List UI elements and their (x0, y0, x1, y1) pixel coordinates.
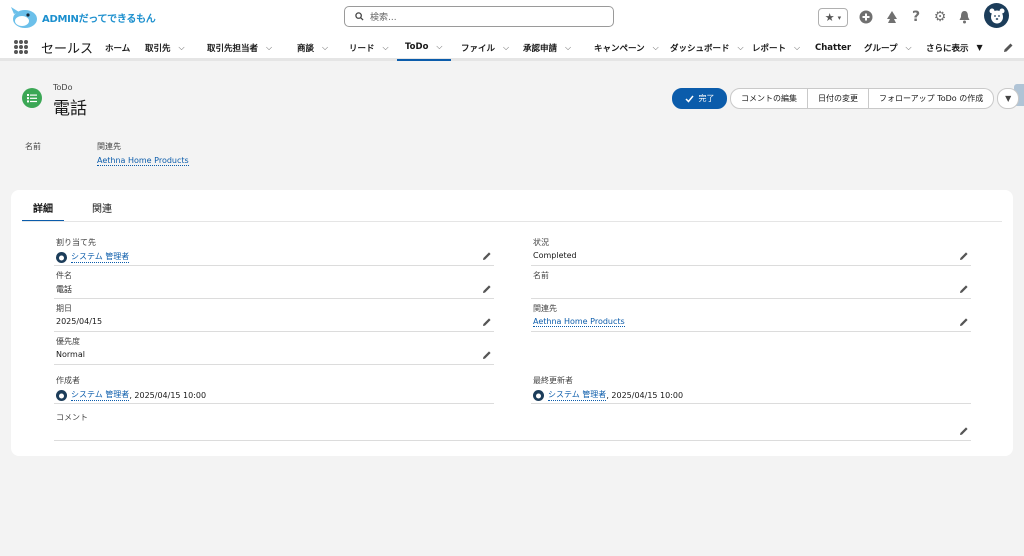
edit-comment-button[interactable]: コメントの編集 (730, 88, 808, 109)
setup-button[interactable]: ⚙ (932, 6, 948, 28)
nav-item-groups[interactable]: グループ ⌵ (864, 34, 912, 61)
global-actions-button[interactable] (858, 6, 874, 28)
field-subject: 件名 電話 (54, 267, 494, 299)
highlight-related-link[interactable]: Aethna Home Products (97, 156, 189, 166)
trailhead-icon (887, 11, 897, 23)
nav-item-home[interactable]: ホーム (105, 34, 130, 61)
user-avatar-icon (56, 251, 67, 263)
create-followup-button[interactable]: フォローアップ ToDo の作成 (869, 88, 995, 109)
change-date-button[interactable]: 日付の変更 (808, 88, 869, 109)
field-name: 名前 (531, 267, 971, 299)
nav-item-reports[interactable]: レポート ⌵ (752, 34, 800, 61)
record-actions: 完了 コメントの編集 日付の変更 フォローアップ ToDo の作成 ▼ (672, 88, 1020, 109)
edit-pencil-icon[interactable] (959, 426, 969, 436)
user-avatar[interactable] (984, 3, 1009, 28)
help-icon: ? (911, 9, 921, 25)
global-header: ADMINだってできるもん 検索... ★ ▾ ? ⚙ (0, 0, 1024, 34)
nav-item-leads[interactable]: リード ⌵ (349, 34, 389, 61)
field-created-by: 作成者 システム 管理者 , 2025/04/15 10:00 (54, 372, 494, 404)
chevron-down-icon[interactable]: ⌵ (179, 43, 185, 53)
highlight-name-label: 名前 (25, 142, 41, 151)
chevron-down-icon[interactable]: ⌵ (383, 43, 389, 53)
nav-item-approvals[interactable]: 承認申請 ⌵ (523, 34, 571, 61)
chevron-down-icon[interactable]: ⌵ (266, 43, 272, 53)
highlight-related-label: 関連先 (97, 142, 121, 151)
nav-item-accounts[interactable]: 取引先 ⌵ (145, 34, 185, 61)
field-comment: コメント (54, 409, 971, 441)
global-search-input[interactable]: 検索... (344, 6, 614, 27)
chevron-down-icon[interactable]: ⌵ (322, 43, 328, 53)
add-icon (859, 10, 873, 24)
chevron-down-icon[interactable]: ⌵ (503, 43, 509, 53)
check-icon (684, 95, 694, 103)
chevron-down-icon[interactable]: ⌵ (906, 43, 912, 53)
modified-date: , 2025/04/15 10:00 (606, 390, 684, 400)
more-actions-button[interactable]: ▼ (997, 88, 1020, 109)
related-to-link[interactable]: Aethna Home Products (533, 317, 625, 327)
field-assigned-to: 割り当て先 システム 管理者 (54, 234, 494, 266)
favorites-button[interactable]: ★ ▾ (818, 8, 848, 27)
dolphin-logo-icon (10, 4, 40, 30)
created-date: , 2025/04/15 10:00 (129, 390, 207, 400)
gear-icon: ⚙ (933, 9, 947, 25)
nav-more-menu[interactable]: さらに表示 ▼ (926, 34, 983, 61)
user-avatar-icon (533, 389, 544, 401)
chevron-down-icon[interactable]: ⌵ (436, 42, 442, 52)
field-modified-by: 最終更新者 システム 管理者 , 2025/04/15 10:00 (531, 372, 971, 404)
app-nav-bar: セールス ホーム 取引先 ⌵ 取引先担当者 ⌵ 商談 ⌵ リード ⌵ ToDo ⌵ ファイ… (0, 34, 1024, 61)
edit-pencil-icon[interactable] (482, 284, 492, 294)
edit-pencil-icon[interactable] (959, 317, 969, 327)
search-icon (355, 12, 364, 21)
field-due-date: 期日 2025/04/15 (54, 300, 494, 332)
mark-complete-button[interactable]: 完了 (672, 88, 727, 109)
nav-item-files[interactable]: ファイル ⌵ (461, 34, 509, 61)
edit-nav-icon[interactable] (1003, 42, 1014, 53)
trailhead-button[interactable] (884, 6, 900, 28)
help-button[interactable]: ? (908, 6, 924, 28)
edit-pencil-icon[interactable] (482, 317, 492, 327)
chevron-down-icon: ▾ (837, 13, 842, 22)
created-by-user-link[interactable]: システム 管理者 (71, 389, 130, 401)
field-priority: 優先度 Normal (54, 333, 494, 365)
field-status: 状況 Completed (531, 234, 971, 266)
bell-icon (959, 11, 969, 24)
chevron-down-icon[interactable]: ⌵ (738, 43, 744, 53)
chevron-down-icon[interactable]: ⌵ (653, 43, 659, 53)
logo-text: ADMINだってできるもん (42, 13, 156, 25)
tab-details[interactable]: 詳細 (22, 200, 64, 222)
nav-item-todo[interactable]: ToDo ⌵ (397, 34, 451, 61)
edit-pencil-icon[interactable] (482, 251, 492, 261)
assigned-user-link[interactable]: システム 管理者 (71, 251, 130, 263)
field-related-to: 関連先 Aethna Home Products (531, 300, 971, 332)
notifications-button[interactable] (956, 6, 972, 28)
edit-pencil-icon[interactable] (959, 284, 969, 294)
edit-pencil-icon[interactable] (482, 350, 492, 360)
user-avatar-icon (56, 389, 67, 401)
nav-item-chatter[interactable]: Chatter (815, 34, 851, 61)
bear-avatar-icon (989, 8, 1004, 23)
app-launcher-icon[interactable] (14, 40, 28, 54)
object-type-label: ToDo (53, 83, 73, 92)
search-placeholder: 検索... (370, 13, 397, 23)
app-name: セールス (41, 42, 94, 57)
nav-item-dashboards[interactable]: ダッシュボード ⌵ (670, 34, 744, 61)
edit-pencil-icon[interactable] (959, 251, 969, 261)
org-logo[interactable]: ADMINだってできるもん (10, 3, 156, 31)
record-detail-card: 詳細 関連 割り当て先 システム 管理者 件名 電話 期日 2025/04/15… (11, 190, 1013, 456)
tab-related[interactable]: 関連 (92, 200, 112, 222)
nav-item-campaigns[interactable]: キャンペーン ⌵ (594, 34, 659, 61)
modified-by-user-link[interactable]: システム 管理者 (548, 389, 607, 401)
record-title: 電話 (53, 99, 87, 119)
caret-down-icon: ▼ (976, 43, 983, 52)
tab-divider (22, 221, 1002, 222)
todo-object-icon (22, 88, 42, 108)
chevron-down-icon[interactable]: ⌵ (565, 43, 571, 53)
chevron-down-icon[interactable]: ⌵ (794, 43, 800, 53)
star-icon: ★ (824, 11, 835, 24)
caret-down-icon: ▼ (1005, 94, 1012, 103)
nav-item-contacts[interactable]: 取引先担当者 ⌵ (207, 34, 272, 61)
nav-item-opportunities[interactable]: 商談 ⌵ (297, 34, 328, 61)
